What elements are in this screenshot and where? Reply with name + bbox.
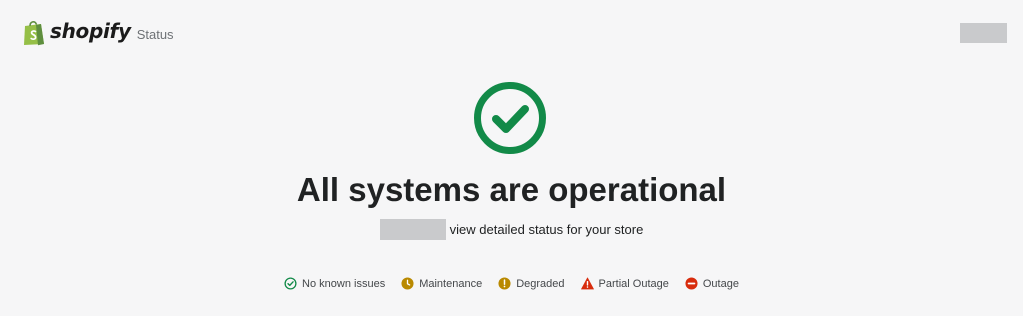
brand-suffix: Status xyxy=(136,26,174,42)
legend-item-maintenance: Maintenance xyxy=(401,277,482,290)
legend-item-degraded: Degraded xyxy=(498,277,565,290)
redacted-store-link[interactable] xyxy=(379,219,446,240)
redacted-header-button[interactable] xyxy=(960,23,1007,43)
store-status-line: view detailed status for your store xyxy=(0,219,1023,240)
legend-label: Maintenance xyxy=(419,277,483,290)
page-title: All systems are operational xyxy=(296,171,727,208)
warning-triangle-icon xyxy=(580,277,594,290)
brand-logo[interactable]: shopify Status xyxy=(22,20,174,46)
legend-label: No known issues xyxy=(302,277,386,290)
legend-label: Degraded xyxy=(516,277,565,290)
brand-name: shopify xyxy=(50,19,131,43)
status-page: shopify Status All systems are operation… xyxy=(0,0,1023,316)
minus-circle-icon xyxy=(685,277,698,290)
store-status-text: view detailed status for your store xyxy=(449,222,644,237)
legend-label: Outage xyxy=(702,277,739,290)
legend-item-partial-outage: Partial Outage xyxy=(580,277,669,290)
check-circle-icon xyxy=(474,82,546,154)
legend-item-outage: Outage xyxy=(685,277,739,290)
exclamation-circle-icon xyxy=(498,277,511,290)
status-legend: No known issues Maintenance Degraded Par… xyxy=(0,277,1023,290)
check-circle-icon xyxy=(284,277,297,290)
legend-item-no-known-issues: No known issues xyxy=(284,277,385,290)
clock-icon xyxy=(401,277,414,290)
shopify-bag-icon xyxy=(24,21,44,46)
legend-label: Partial Outage xyxy=(598,277,669,290)
